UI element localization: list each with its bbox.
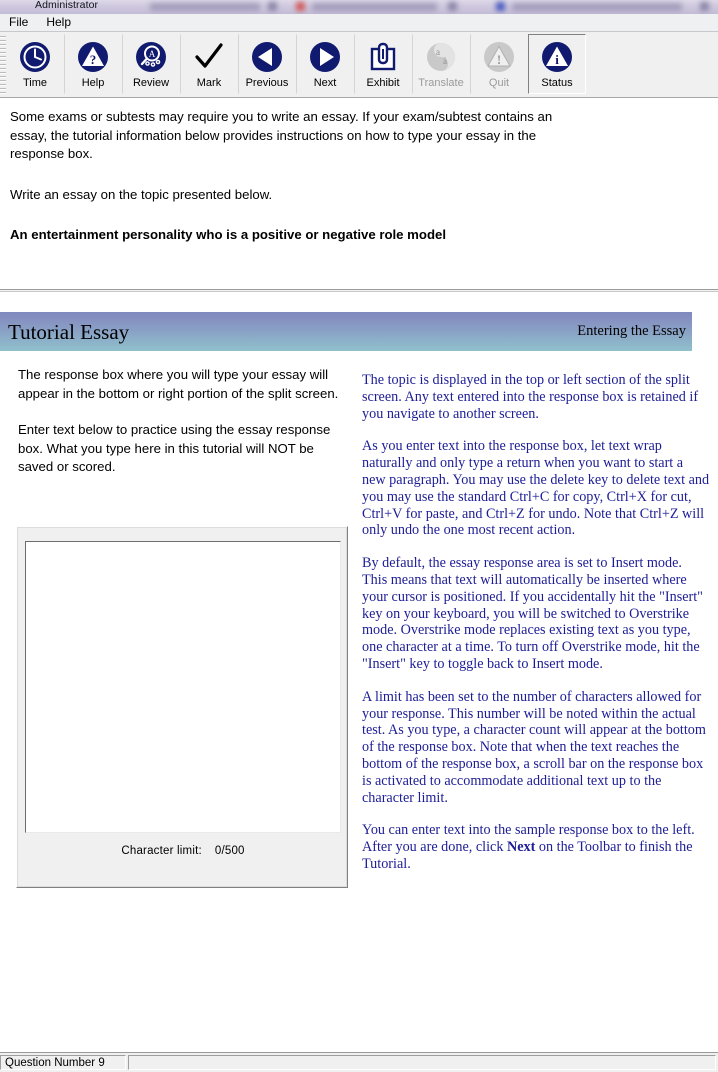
instructions-block: Some exams or subtests may require you t… bbox=[0, 100, 718, 245]
right-instruction-column: The topic is displayed in the top or lef… bbox=[362, 372, 718, 873]
toolbar-button-quit: ! Quit bbox=[470, 34, 528, 94]
right-paragraph-3: By default, the essay response area is s… bbox=[362, 555, 703, 672]
character-limit-label: Character limit: bbox=[121, 845, 202, 857]
tutorial-header-band: Tutorial Essay Entering the Essay bbox=[0, 312, 692, 351]
right-paragraph-2: As you enter text into the response box,… bbox=[362, 438, 710, 539]
status-message-area bbox=[128, 1055, 716, 1070]
os-taskbar: Administrator bbox=[0, 0, 718, 14]
left-paragraph-1: The response box where you will type you… bbox=[18, 367, 339, 401]
toolbar-button-status[interactable]: i Status bbox=[528, 34, 586, 94]
tutorial-subtitle: Entering the Essay bbox=[577, 323, 686, 339]
toolbar-label-help: Help bbox=[81, 77, 105, 89]
svg-text:A: A bbox=[149, 49, 156, 59]
toolbar-label-next: Next bbox=[313, 77, 337, 89]
clipboard-icon bbox=[366, 37, 400, 77]
warning-triangle-icon: ! bbox=[482, 37, 516, 77]
toolbar-label-translate: Translate bbox=[418, 77, 464, 89]
section-divider bbox=[0, 289, 718, 292]
question-triangle-icon: ? bbox=[76, 37, 110, 77]
toolbar-button-translate: a ä Translate bbox=[412, 34, 470, 94]
toolbar-label-previous: Previous bbox=[245, 77, 289, 89]
status-bar: Question Number 9 bbox=[0, 1052, 718, 1072]
toolbar-button-time[interactable]: Time bbox=[6, 34, 64, 94]
right-paragraph-1: The topic is displayed in the top or lef… bbox=[362, 372, 699, 422]
main-toolbar: Time ? Help A Review Mark Previous Next … bbox=[0, 32, 718, 98]
character-limit-value: 0/500 bbox=[214, 845, 245, 857]
right-arrow-icon bbox=[308, 37, 342, 77]
svg-text:i: i bbox=[555, 52, 559, 67]
menu-file[interactable]: File bbox=[0, 14, 37, 31]
tutorial-title: Tutorial Essay bbox=[8, 319, 130, 344]
toolbar-button-next[interactable]: Next bbox=[296, 34, 354, 94]
exam-tutorial-window: Administrator File Help Time ? Help A Re… bbox=[0, 0, 718, 1072]
svg-text:?: ? bbox=[90, 52, 97, 67]
left-arrow-icon bbox=[250, 37, 284, 77]
essay-topic: An entertainment personality who is a po… bbox=[10, 227, 447, 242]
svg-text:!: ! bbox=[497, 52, 501, 67]
instruction-paragraph-1: Some exams or subtests may require you t… bbox=[10, 109, 553, 161]
svg-text:a: a bbox=[436, 47, 440, 57]
toolbar-label-time: Time bbox=[22, 77, 48, 89]
taskbar-blurred-items bbox=[0, 0, 718, 14]
next-emphasis: Next bbox=[506, 839, 536, 856]
menu-bar: File Help bbox=[0, 14, 718, 32]
essay-response-input[interactable] bbox=[25, 541, 341, 833]
toolbar-label-status: Status bbox=[541, 77, 573, 89]
magnifier-icon: A bbox=[134, 37, 168, 77]
instruction-paragraph-2: Write an essay on the topic presented be… bbox=[10, 186, 273, 202]
right-paragraph-5: You can enter text into the sample respo… bbox=[362, 822, 710, 872]
toolbar-button-previous[interactable]: Previous bbox=[238, 34, 296, 94]
info-triangle-icon: i bbox=[540, 37, 574, 77]
toolbar-label-quit: Quit bbox=[488, 77, 510, 89]
response-box-panel: Character limit: 0/500 bbox=[16, 526, 348, 888]
toolbar-button-mark[interactable]: Mark bbox=[180, 34, 238, 94]
status-question-number: Question Number 9 bbox=[0, 1055, 126, 1070]
toolbar-label-exhibit: Exhibit bbox=[366, 77, 400, 89]
svg-text:ä: ä bbox=[443, 56, 447, 66]
right-paragraph-4: A limit has been set to the number of ch… bbox=[362, 688, 706, 806]
checkmark-icon bbox=[192, 37, 226, 77]
toolbar-button-review[interactable]: A Review bbox=[122, 34, 180, 94]
clock-icon bbox=[18, 37, 52, 77]
toolbar-label-review: Review bbox=[132, 77, 170, 89]
menu-help[interactable]: Help bbox=[37, 14, 80, 31]
translate-icon: a ä bbox=[424, 37, 458, 77]
toolbar-button-exhibit[interactable]: Exhibit bbox=[354, 34, 412, 94]
taskbar-user-label: Administrator bbox=[35, 0, 99, 11]
left-instruction-column: The response box where you will type you… bbox=[0, 366, 355, 477]
left-paragraph-2: Enter text below to practice using the e… bbox=[18, 422, 331, 475]
character-limit-status: Character limit: 0/500 bbox=[17, 845, 349, 857]
toolbar-button-help[interactable]: ? Help bbox=[64, 34, 122, 94]
toolbar-label-mark: Mark bbox=[196, 77, 222, 89]
